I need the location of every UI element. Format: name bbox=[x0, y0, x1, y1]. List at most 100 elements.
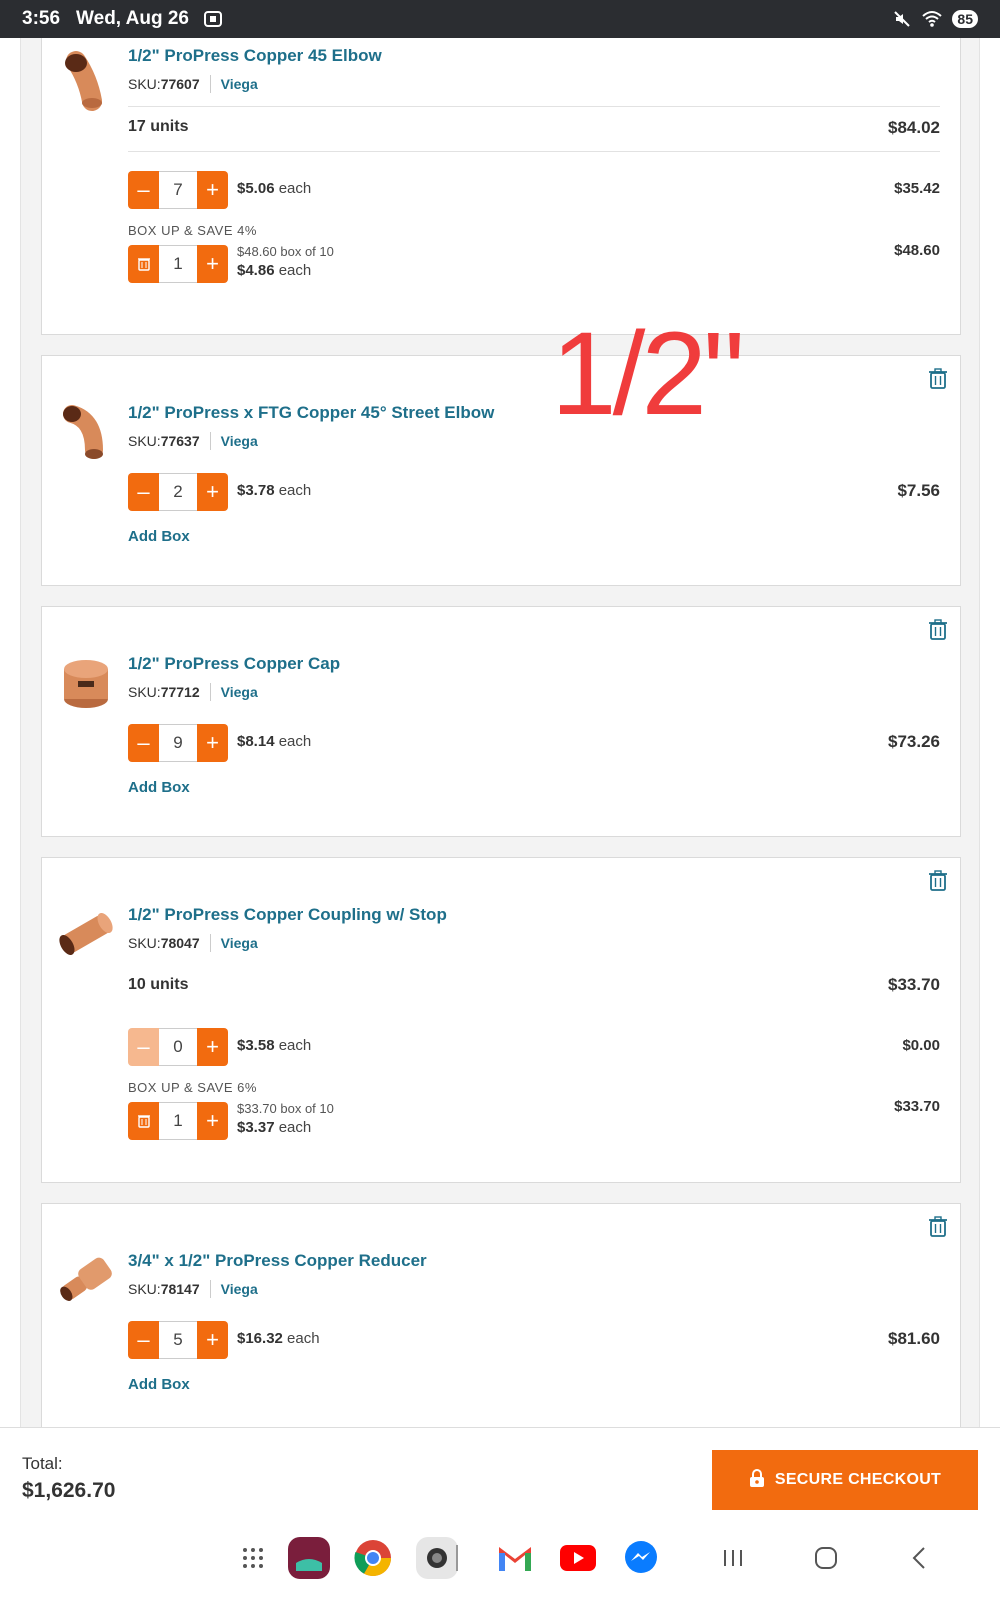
product-sku-line: SKU: 77607 Viega bbox=[128, 75, 258, 93]
box-quantity-stepper[interactable]: 1 + bbox=[128, 1102, 228, 1140]
cart-item: 1/2" ProPress x FTG Copper 45° Street El… bbox=[41, 355, 961, 586]
app-icon[interactable] bbox=[288, 1537, 330, 1579]
decrement-button[interactable]: – bbox=[128, 1028, 159, 1066]
total-label: Total: bbox=[22, 1454, 63, 1473]
divider bbox=[128, 106, 940, 107]
unit-price-suffix: each bbox=[274, 733, 312, 750]
chrome-icon[interactable] bbox=[352, 1537, 394, 1579]
divider bbox=[209, 1280, 211, 1298]
home-icon[interactable] bbox=[805, 1537, 847, 1579]
line-total: $81.60 bbox=[888, 1329, 940, 1348]
quantity-stepper[interactable]: – 0 + bbox=[128, 1028, 228, 1066]
box-remove-button[interactable] bbox=[128, 1102, 159, 1140]
box-unit-price-value: $4.86 bbox=[237, 262, 275, 279]
trash-icon bbox=[137, 258, 150, 271]
decrement-button[interactable]: – bbox=[128, 473, 159, 511]
wifi-icon bbox=[922, 9, 943, 29]
box-quantity-stepper[interactable]: 1 + bbox=[128, 245, 228, 283]
box-quantity-value[interactable]: 1 bbox=[159, 1102, 197, 1140]
units-count: 10 units bbox=[128, 976, 189, 993]
divider bbox=[128, 151, 940, 152]
brand-link[interactable]: Viega bbox=[221, 1281, 258, 1297]
quantity-stepper[interactable]: – 2 + bbox=[128, 473, 228, 511]
increment-button[interactable]: + bbox=[197, 473, 228, 511]
divider bbox=[209, 683, 211, 701]
back-icon[interactable] bbox=[898, 1537, 940, 1579]
brand-link[interactable]: Viega bbox=[221, 76, 258, 92]
camera-icon[interactable] bbox=[416, 1537, 458, 1579]
add-box-link[interactable]: Add Box bbox=[128, 528, 190, 545]
trash-icon[interactable] bbox=[928, 619, 948, 641]
quantity-value[interactable]: 5 bbox=[159, 1321, 197, 1359]
unit-price-suffix: each bbox=[274, 180, 312, 197]
quantity-value[interactable]: 0 bbox=[159, 1028, 197, 1066]
youtube-icon[interactable] bbox=[557, 1537, 599, 1579]
battery-indicator: 85 bbox=[952, 10, 978, 28]
box-line-total: $48.60 bbox=[894, 242, 940, 259]
trash-icon[interactable] bbox=[928, 368, 948, 390]
sku-value: 78147 bbox=[160, 1281, 200, 1297]
checkout-label: SECURE CHECKOUT bbox=[774, 1471, 942, 1488]
recents-icon[interactable] bbox=[712, 1537, 754, 1579]
unit-price: $8.14 each bbox=[237, 733, 311, 750]
status-time: 3:56 bbox=[22, 8, 61, 29]
brand-link[interactable]: Viega bbox=[221, 433, 258, 449]
decrement-button[interactable]: – bbox=[128, 1321, 159, 1359]
quantity-value[interactable]: 2 bbox=[159, 473, 197, 511]
trash-icon[interactable] bbox=[928, 1216, 948, 1238]
line-total: $0.00 bbox=[902, 1037, 940, 1054]
messenger-icon[interactable] bbox=[620, 1537, 662, 1579]
box-up-label: BOX UP & SAVE 4% bbox=[128, 223, 257, 238]
product-title[interactable]: 3/4" x 1/2" ProPress Copper Reducer bbox=[128, 1251, 427, 1271]
brand-link[interactable]: Viega bbox=[221, 935, 258, 951]
product-title[interactable]: 1/2" ProPress Copper Cap bbox=[128, 654, 340, 674]
gmail-icon[interactable] bbox=[494, 1537, 536, 1579]
cart-item: 3/4" x 1/2" ProPress Copper Reducer SKU:… bbox=[41, 1203, 961, 1427]
quantity-stepper[interactable]: – 7 + bbox=[128, 171, 228, 209]
sku-value: 78047 bbox=[160, 935, 200, 951]
product-title[interactable]: 1/2" ProPress Copper Coupling w/ Stop bbox=[128, 905, 447, 925]
sku-label: SKU: bbox=[128, 684, 161, 700]
box-unit-price-suffix: each bbox=[274, 1119, 312, 1136]
apps-grid-icon[interactable] bbox=[232, 1537, 274, 1579]
secure-checkout-button[interactable]: SECURE CHECKOUT bbox=[712, 1450, 978, 1510]
cart-list[interactable]: 1/2" ProPress Copper 45 Elbow SKU: 77607… bbox=[20, 38, 980, 1427]
unit-price: $5.06 each bbox=[237, 180, 311, 197]
box-increment-button[interactable]: + bbox=[197, 245, 228, 283]
decrement-button[interactable]: – bbox=[128, 171, 159, 209]
add-box-link[interactable]: Add Box bbox=[128, 1376, 190, 1393]
brand-link[interactable]: Viega bbox=[221, 684, 258, 700]
product-thumbnail-cap bbox=[54, 651, 118, 715]
line-total: $7.56 bbox=[897, 481, 940, 500]
mute-icon bbox=[892, 9, 912, 29]
box-line-total: $33.70 bbox=[894, 1098, 940, 1115]
total-value: $1,626.70 bbox=[22, 1479, 116, 1502]
product-title[interactable]: 1/2" ProPress Copper 45 Elbow bbox=[128, 46, 382, 66]
units-total: $84.02 bbox=[888, 118, 940, 137]
increment-button[interactable]: + bbox=[197, 724, 228, 762]
line-total: $35.42 bbox=[894, 180, 940, 197]
app-dock bbox=[0, 1517, 1000, 1600]
box-quantity-value[interactable]: 1 bbox=[159, 245, 197, 283]
trash-icon[interactable] bbox=[928, 870, 948, 892]
box-remove-button[interactable] bbox=[128, 245, 159, 283]
units-total: $33.70 bbox=[888, 975, 940, 994]
quantity-stepper[interactable]: – 5 + bbox=[128, 1321, 228, 1359]
sku-label: SKU: bbox=[128, 935, 161, 951]
increment-button[interactable]: + bbox=[197, 1028, 228, 1066]
box-increment-button[interactable]: + bbox=[197, 1102, 228, 1140]
unit-price-suffix: each bbox=[274, 1037, 312, 1054]
cart-item: 1/2" ProPress Copper 45 Elbow SKU: 77607… bbox=[41, 38, 961, 335]
increment-button[interactable]: + bbox=[197, 1321, 228, 1359]
increment-button[interactable]: + bbox=[197, 171, 228, 209]
add-box-link[interactable]: Add Box bbox=[128, 779, 190, 796]
quantity-stepper[interactable]: – 9 + bbox=[128, 724, 228, 762]
quantity-value[interactable]: 7 bbox=[159, 171, 197, 209]
product-thumbnail-elbow bbox=[54, 49, 118, 113]
product-title[interactable]: 1/2" ProPress x FTG Copper 45° Street El… bbox=[128, 403, 494, 423]
sku-value: 77607 bbox=[160, 76, 200, 92]
unit-price-value: $5.06 bbox=[237, 180, 275, 197]
box-up-label: BOX UP & SAVE 6% bbox=[128, 1080, 257, 1095]
quantity-value[interactable]: 9 bbox=[159, 724, 197, 762]
decrement-button[interactable]: – bbox=[128, 724, 159, 762]
